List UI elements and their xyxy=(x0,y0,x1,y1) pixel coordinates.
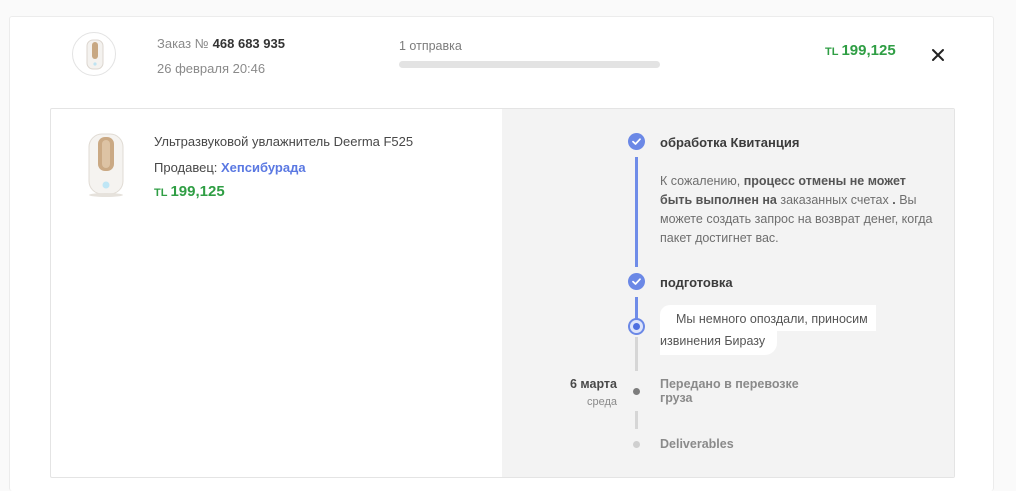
step-shipped-weekday: среда xyxy=(586,396,617,408)
shipment-progress-bar xyxy=(399,61,660,68)
product-section: Ультразвуковой увлажнитель Deerma F525 П… xyxy=(51,109,502,477)
close-icon[interactable] xyxy=(926,43,950,67)
pending-step-dot xyxy=(633,388,640,395)
product-image[interactable] xyxy=(81,131,131,199)
product-name[interactable]: Ультразвуковой увлажнитель Deerma F525 xyxy=(154,134,413,149)
step-processing-text: К сожалению, процесс отмены не может быт… xyxy=(660,172,935,248)
status-message-bubble: Мы немного опоздали, приносим извинения … xyxy=(660,305,876,355)
seller-label: Продавец: xyxy=(154,160,218,175)
order-number: 468 683 935 xyxy=(212,36,285,51)
product-thumbnail[interactable] xyxy=(72,32,116,76)
order-card: Заказ № 468 683 935 26 февраля 20:46 1 от… xyxy=(9,16,994,491)
cancel-text-a: К сожалению, xyxy=(660,174,741,188)
step-delivered-title: Deliverables xyxy=(660,437,734,451)
order-date: 26 февраля 20:46 xyxy=(157,61,266,76)
cancel-text-d: . xyxy=(892,193,896,207)
step-preparation-title: подготовка xyxy=(660,275,733,290)
order-total-value: 199,125 xyxy=(841,42,896,59)
step-processing-title: обработка Квитанция xyxy=(660,135,800,150)
order-total: TL 199,125 xyxy=(825,42,896,59)
currency-symbol: TL xyxy=(154,187,168,199)
check-circle-icon xyxy=(628,133,645,150)
timeline-connector xyxy=(635,337,638,371)
step-shipped-title: Передано в перевозке груза xyxy=(660,377,799,405)
order-status-timeline: обработка Квитанция К сожалению, процесс… xyxy=(502,109,954,477)
current-step-indicator xyxy=(628,318,645,335)
seller-row: Продавец: Хепсибурада xyxy=(154,160,306,175)
product-price-value: 199,125 xyxy=(170,183,225,200)
product-price: TL 199,125 xyxy=(154,183,225,200)
timeline-connector xyxy=(635,157,638,267)
cancel-text-c: заказанных счетах xyxy=(780,193,889,207)
order-details-panel: Ультразвуковой увлажнитель Deerma F525 П… xyxy=(50,108,955,478)
order-number-row: Заказ № 468 683 935 xyxy=(157,36,285,51)
status-message-line1: Мы немного опоздали, приносим xyxy=(660,305,876,331)
check-circle-icon xyxy=(628,273,645,290)
timeline-connector xyxy=(635,411,638,429)
order-number-label: Заказ № xyxy=(157,36,209,51)
currency-symbol: TL xyxy=(825,46,839,58)
pending-step-dot xyxy=(633,441,640,448)
step-shipped-date: 6 марта xyxy=(569,377,617,391)
status-message-line2: извинения Биразу xyxy=(660,331,778,355)
seller-link[interactable]: Хепсибурада xyxy=(221,160,306,175)
shipments-label: 1 отправка xyxy=(399,39,462,53)
